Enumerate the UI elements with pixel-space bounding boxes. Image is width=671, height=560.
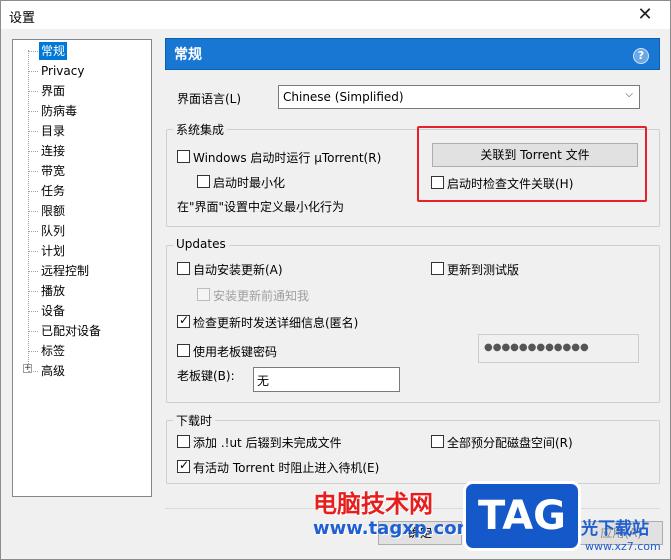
chevron-down-icon: ⌵ (625, 89, 633, 100)
tree-connector (28, 211, 38, 212)
tree-item[interactable]: 界面 (39, 82, 67, 100)
boss-key-value: 无 (257, 374, 270, 388)
notify-before-install-checkbox[interactable] (197, 288, 210, 301)
tree-connector (28, 50, 29, 370)
boss-key-input[interactable]: 无 (253, 367, 400, 392)
password-mask: ●●●●●●●●●●●● (484, 342, 589, 353)
tree-connector (28, 271, 38, 272)
send-anonymous-info-checkbox[interactable] (177, 313, 190, 328)
auto-install-label[interactable]: 自动安装更新(A) (193, 261, 283, 278)
tree-connector (28, 231, 38, 232)
prevent-standby-label[interactable]: 有活动 Torrent 时阻止进入待机(E) (193, 459, 379, 476)
tree-connector (28, 371, 38, 372)
tree-item[interactable]: 限额 (39, 202, 67, 220)
beta-update-label[interactable]: 更新到测试版 (447, 261, 519, 278)
help-icon[interactable]: ? (633, 48, 649, 64)
language-select-value: Chinese (Simplified) (283, 90, 404, 104)
watermark-side-text: 光下载站 (581, 519, 649, 539)
language-label: 界面语言(L) (177, 92, 242, 106)
boss-key-password-checkbox[interactable] (177, 344, 190, 357)
tree-item[interactable]: 已配对设备 (39, 322, 103, 340)
tree-connector (28, 111, 38, 112)
tree-connector (28, 331, 38, 332)
tree-connector (28, 311, 38, 312)
append-lut-checkbox[interactable] (177, 435, 190, 448)
tree-item[interactable]: 带宽 (39, 162, 67, 180)
system-integration-title: 系统集成 (173, 121, 228, 138)
tree-item[interactable]: 常规 (39, 42, 68, 60)
tree-item[interactable]: 标签 (39, 342, 67, 360)
tree-item[interactable]: 远程控制 (39, 262, 91, 280)
watermark-url: www.tagxp.com (313, 518, 476, 539)
boss-key-password-label[interactable]: 使用老板键密码 (193, 343, 277, 360)
window-title: 设置 (9, 11, 36, 26)
boss-key-password-field[interactable]: ●●●●●●●●●●●● (478, 334, 639, 363)
watermark-site: www.xz7.com (585, 540, 661, 553)
preallocate-label[interactable]: 全部预分配磁盘空间(R) (447, 434, 573, 451)
tree-connector (28, 71, 38, 72)
tree-connector (28, 191, 38, 192)
tree-connector (28, 151, 38, 152)
tree-item[interactable]: 队列 (39, 222, 67, 240)
language-select[interactable]: Chinese (Simplified) ⌵ (278, 85, 640, 109)
startup-checkbox[interactable] (177, 150, 190, 163)
tree-item[interactable]: 目录 (39, 122, 67, 140)
tree-item[interactable]: Privacy (39, 62, 86, 80)
page-title: 常规 (174, 47, 202, 63)
minimize-note: 在"界面"设置中定义最小化行为 (177, 200, 345, 214)
tree-connector (28, 251, 38, 252)
tree-connector (28, 291, 38, 292)
tree-connector (28, 171, 38, 172)
watermark-logo: TAG (463, 481, 581, 551)
tree-item[interactable]: 播放 (39, 282, 67, 300)
append-lut-label[interactable]: 添加 .!ut 后辍到未完成文件 (193, 434, 342, 451)
tree-connector (28, 91, 38, 92)
preallocate-checkbox[interactable] (431, 435, 444, 448)
tree-item[interactable]: 防病毒 (39, 102, 79, 120)
boss-key-label: 老板键(B): (177, 369, 235, 383)
settings-window: 设置 ✕ + 常规 Privacy 界面 防病毒 目录 连接 带宽 任务 限额 队列 计划 远程控制播… (0, 0, 671, 560)
page-header: 常规 ? (165, 38, 660, 70)
tree-item[interactable]: 任务 (39, 182, 67, 200)
notify-before-install-label: 安装更新前通知我 (213, 289, 310, 303)
tree-item[interactable]: 连接 (39, 142, 67, 160)
start-minimized-label[interactable]: 启动时最小化 (213, 174, 285, 191)
tree-connector (28, 51, 38, 52)
close-icon[interactable]: ✕ (634, 4, 656, 26)
highlight-box (417, 126, 647, 202)
beta-update-checkbox[interactable] (431, 262, 444, 275)
download-title: 下载时 (173, 412, 216, 429)
prevent-standby-checkbox[interactable] (177, 458, 190, 473)
tree-connector (28, 131, 38, 132)
title-bar: 设置 ✕ (1, 1, 670, 29)
send-anonymous-info-label[interactable]: 检查更新时发送详细信息(匿名) (193, 314, 358, 331)
tree-connector (28, 351, 38, 352)
updates-title: Updates (173, 237, 229, 251)
tree-item[interactable]: 高级 (39, 362, 67, 380)
startup-label[interactable]: Windows 启动时运行 µTorrent(R) (193, 149, 381, 166)
start-minimized-checkbox[interactable] (197, 175, 210, 188)
tree-item[interactable]: 计划 (39, 242, 67, 260)
auto-install-checkbox[interactable] (177, 262, 190, 275)
tree-item[interactable]: 设备 (39, 302, 67, 320)
watermark-text: 电脑技术网 (313, 490, 433, 518)
settings-category-tree: + 常规 Privacy 界面 防病毒 目录 连接 带宽 任务 限额 队列 计划 远程控制 播放 设备 已配… (12, 39, 152, 497)
